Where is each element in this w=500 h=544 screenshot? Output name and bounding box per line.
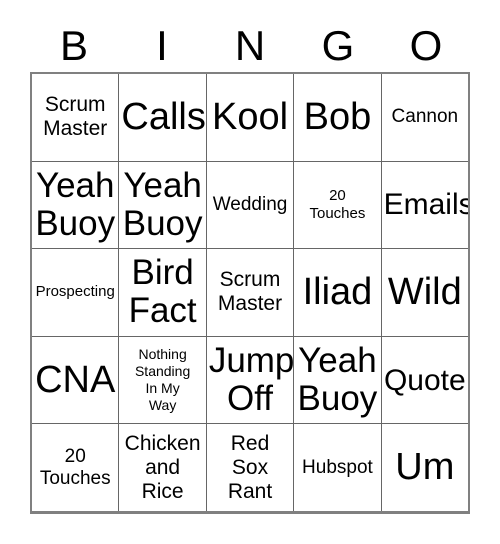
bingo-cell-3-2[interactable]: Jump Off <box>206 336 295 424</box>
bingo-grid: Scrum Master Calls Kool Bob Cannon Yeah … <box>30 72 470 514</box>
bingo-cell-4-4[interactable]: Um <box>381 424 469 511</box>
bingo-cell-1-4[interactable]: Emails <box>381 161 469 249</box>
header-letter-3: G <box>321 22 355 69</box>
bingo-cell-3-1[interactable]: Nothing Standing In My Way <box>119 336 207 424</box>
bingo-cell-0-3[interactable]: Bob <box>294 74 382 161</box>
table-row: 20 Touches Chicken and Rice Red Sox Rant… <box>32 424 469 511</box>
bingo-cell-0-0[interactable]: Scrum Master <box>32 74 120 161</box>
bingo-cell-4-3[interactable]: Hubspot <box>294 424 382 511</box>
header-letter-2: N <box>234 22 266 69</box>
bingo-cell-label: Cannon <box>391 106 459 128</box>
bingo-header-row: B I N G O <box>30 20 470 72</box>
bingo-cell-2-2[interactable]: Scrum Master <box>206 249 295 336</box>
bingo-cell-label: Nothing Standing In My Way <box>134 346 191 414</box>
header-letter-1: I <box>156 22 168 69</box>
bingo-cell-label: Yeah Buoy <box>35 165 116 243</box>
bingo-cell-label: Wedding <box>212 193 288 215</box>
bingo-cell-label: Emails <box>383 188 469 222</box>
bingo-cell-2-0[interactable]: Prospecting <box>32 249 120 336</box>
bingo-cell-label: Kool <box>211 95 289 138</box>
bingo-cell-label: Hubspot <box>302 456 373 478</box>
bingo-cell-label: Um <box>395 446 455 489</box>
bingo-cell-label: Yeah Buoy <box>297 341 378 419</box>
bingo-cell-4-1[interactable]: Chicken and Rice <box>119 424 207 511</box>
bingo-cell-label: Prospecting <box>35 283 115 301</box>
bingo-cell-label: Red Sox Rant <box>227 431 273 503</box>
bingo-cell-label: Calls <box>121 95 206 138</box>
bingo-cell-0-4[interactable]: Cannon <box>381 74 469 161</box>
header-letter-4: O <box>409 22 443 69</box>
bingo-cell-0-2[interactable]: Kool <box>206 74 295 161</box>
table-row: Scrum Master Calls Kool Bob Cannon <box>32 74 469 162</box>
bingo-cell-label: Chicken and Rice <box>124 431 201 503</box>
header-letter-0: B <box>59 22 88 69</box>
bingo-cell-2-1[interactable]: Bird Fact <box>119 249 207 336</box>
bingo-cell-3-4[interactable]: Quote <box>381 336 469 424</box>
bingo-cell-4-0[interactable]: 20 Touches <box>32 424 120 511</box>
bingo-cell-0-1[interactable]: Calls <box>119 74 207 161</box>
bingo-cell-1-1[interactable]: Yeah Buoy <box>119 161 207 249</box>
bingo-cell-label: Bird Fact <box>128 253 197 331</box>
bingo-cell-4-2[interactable]: Red Sox Rant <box>206 424 295 511</box>
bingo-cell-1-2[interactable]: Wedding <box>206 161 295 249</box>
bingo-cell-label: 20 Touches <box>39 445 111 489</box>
bingo-cell-2-4[interactable]: Wild <box>381 249 469 336</box>
bingo-cell-label: Yeah Buoy <box>122 165 203 243</box>
bingo-cell-label: Jump Off <box>208 341 295 419</box>
table-row: CNA Nothing Standing In My Way Jump Off … <box>32 336 469 425</box>
bingo-cell-label: Scrum Master <box>217 268 283 316</box>
bingo-cell-3-0[interactable]: CNA <box>32 336 120 424</box>
bingo-cell-label: Scrum Master <box>43 93 108 141</box>
bingo-cell-label: Iliad <box>302 270 373 313</box>
bingo-cell-label: Wild <box>387 270 462 313</box>
bingo-cell-1-0[interactable]: Yeah Buoy <box>32 161 120 249</box>
bingo-card: B I N G O Scrum Master Calls Kool Bob Ca… <box>0 0 500 544</box>
bingo-cell-2-3[interactable]: Iliad <box>294 249 382 336</box>
bingo-cell-label: 20 Touches <box>309 186 366 222</box>
bingo-cell-3-3[interactable]: Yeah Buoy <box>294 336 382 424</box>
bingo-cell-label: CNA <box>35 358 116 401</box>
bingo-cell-label: Quote <box>383 363 466 397</box>
bingo-cell-label: Bob <box>303 95 372 138</box>
table-row: Yeah Buoy Yeah Buoy Wedding 20 Touches E… <box>32 161 469 250</box>
bingo-cell-1-3[interactable]: 20 Touches <box>294 161 382 249</box>
table-row: Prospecting Bird Fact Scrum Master Iliad… <box>32 249 469 337</box>
